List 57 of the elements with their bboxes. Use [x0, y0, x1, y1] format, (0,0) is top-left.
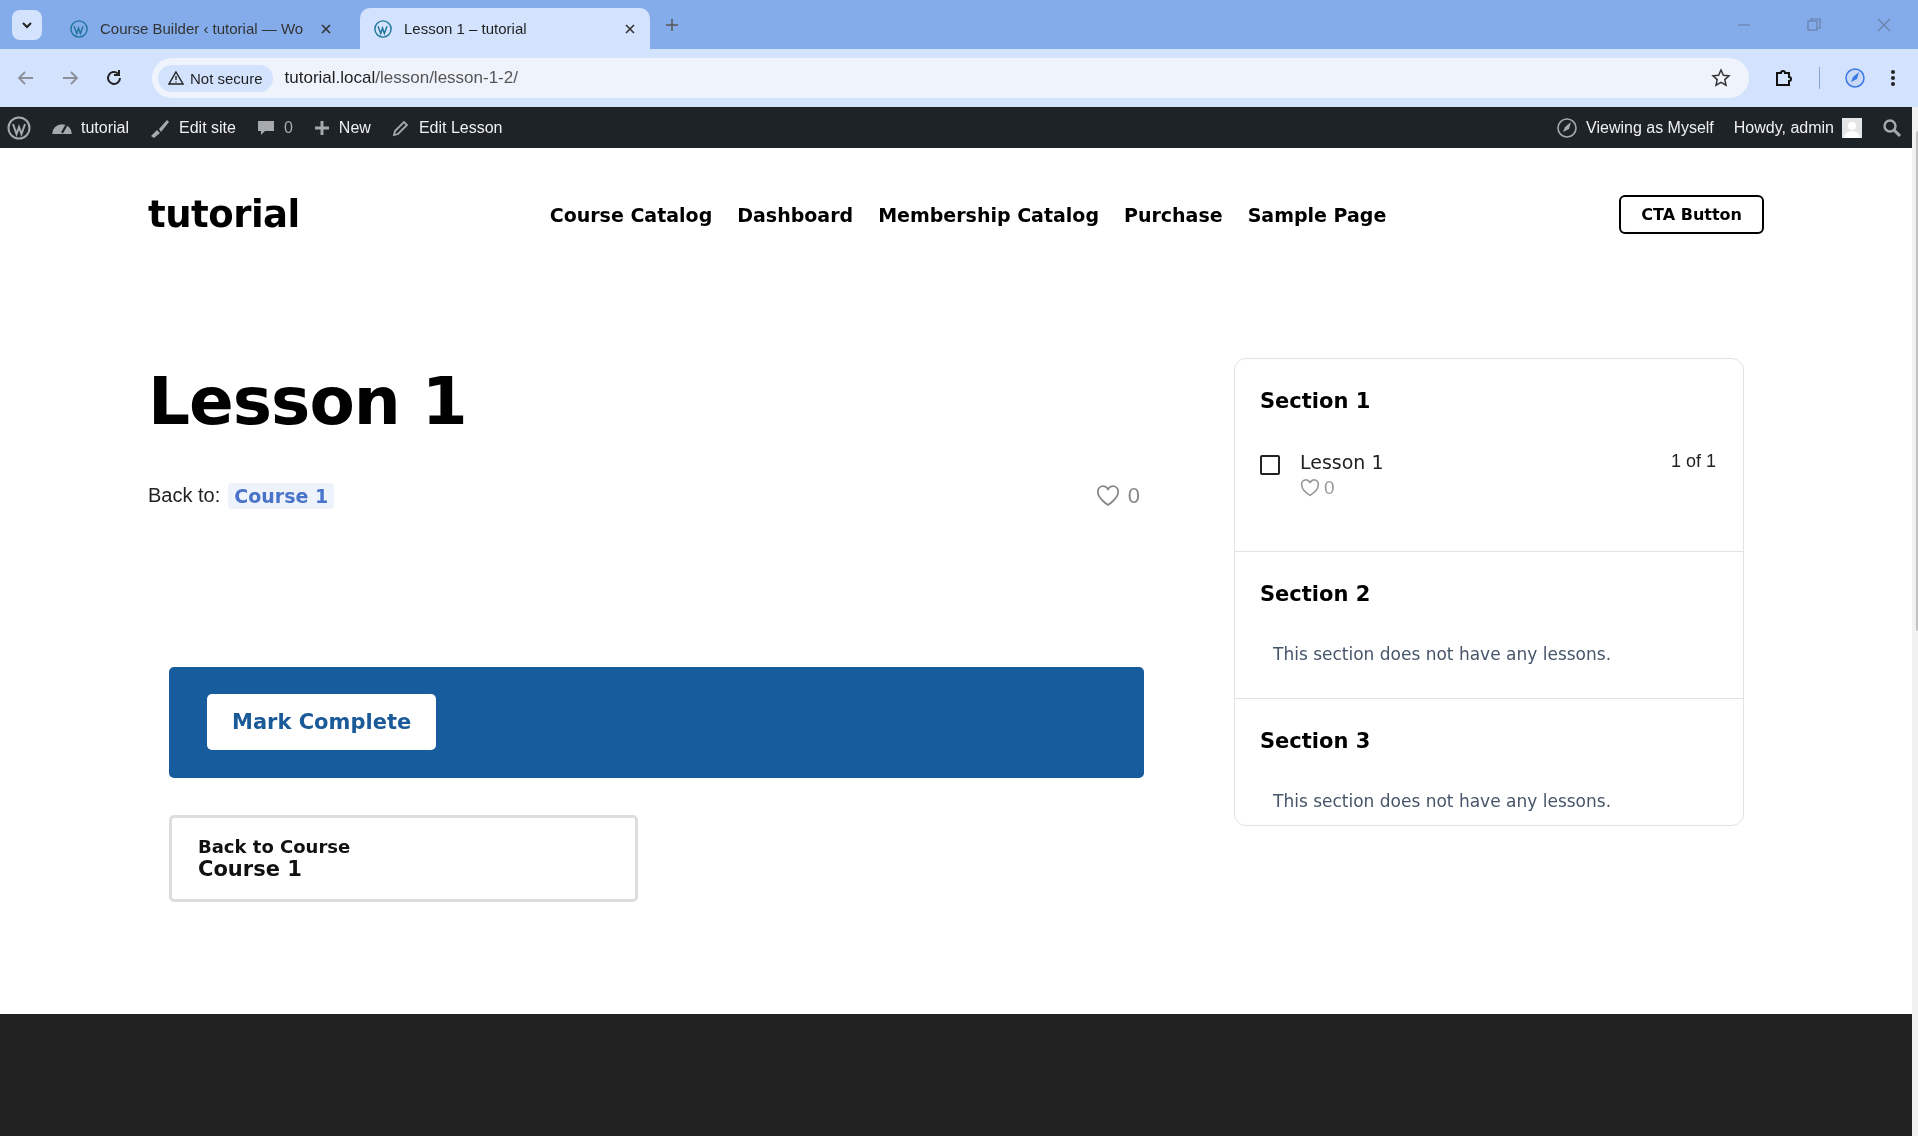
section-title: Section 1 [1260, 389, 1372, 413]
mark-complete-button[interactable]: Mark Complete [207, 694, 437, 751]
cta-button[interactable]: CTA Button [1619, 195, 1764, 234]
admin-bar-item[interactable]: tutorial [51, 118, 130, 137]
admin-bar-item[interactable]: 0 [255, 117, 293, 138]
like-count: 0 [1127, 482, 1140, 509]
back-to-course-label: Back to Course [198, 835, 352, 857]
puzzle-icon[interactable] [1773, 67, 1795, 89]
wordpress-icon[interactable] [7, 115, 31, 140]
security-chip[interactable]: Not secure [158, 64, 273, 92]
admin-bar-item[interactable]: Viewing as Myself [1556, 116, 1714, 139]
security-label: Not secure [190, 69, 263, 87]
empty-message: This section does not have any lessons. [1273, 791, 1613, 811]
browser-tab[interactable]: Lesson 1 – tutorial [360, 8, 650, 49]
nav-link[interactable]: Dashboard [737, 203, 854, 226]
search-icon[interactable] [1882, 117, 1902, 138]
nav-link[interactable]: Membership Catalog [878, 203, 1099, 226]
browser-tab[interactable]: Course Builder ‹ tutorial — Wo [56, 8, 346, 49]
url-text: tutorial.local/lesson/lesson-1-2/ [284, 68, 518, 88]
wordpress-icon [374, 19, 392, 38]
back-to-course-card[interactable]: Back to Course Course 1 [169, 814, 638, 902]
plus-icon [312, 118, 331, 137]
lesson-title: Lesson 1 [148, 366, 468, 439]
avatar-icon [1842, 117, 1862, 138]
dashboard-icon [51, 121, 73, 134]
lesson-position: 1 of 1 [1670, 451, 1717, 472]
admin-bar-item[interactable]: Edit Lesson [390, 117, 503, 138]
section-title: Section 3 [1260, 729, 1372, 753]
heart-icon[interactable] [1095, 484, 1120, 507]
star-icon[interactable] [1711, 68, 1731, 88]
site-logo[interactable]: tutorial [148, 193, 300, 236]
close-icon[interactable] [320, 22, 332, 35]
tab-search-button[interactable] [12, 9, 42, 40]
warning-icon [168, 70, 184, 86]
admin-bar-item[interactable]: Howdy, admin [1733, 117, 1862, 138]
brush-icon [149, 117, 172, 138]
nav-link[interactable]: Purchase [1124, 203, 1223, 226]
lesson-link[interactable]: Lesson 1 [1300, 451, 1384, 473]
like-count: 0 [1324, 477, 1335, 499]
tab-title: Lesson 1 – tutorial [404, 20, 528, 37]
wordpress-icon [70, 19, 88, 38]
course-name: Course 1 [198, 856, 303, 881]
back-to-label: Back to: [148, 484, 221, 508]
nav-link[interactable]: Course Catalog [549, 203, 713, 226]
reload-icon[interactable] [104, 68, 124, 88]
address-bar[interactable]: Not secure tutorial.local/lesson/lesson-1-2/ [152, 58, 1749, 98]
menu-icon[interactable] [1890, 68, 1896, 88]
empty-message: This section does not have any lessons. [1273, 644, 1613, 664]
section-title: Section 2 [1260, 582, 1372, 606]
close-icon[interactable] [624, 22, 636, 35]
heart-icon[interactable] [1300, 479, 1320, 497]
admin-bar-item[interactable]: Edit site [149, 117, 236, 138]
lesson-checkbox[interactable] [1260, 455, 1280, 475]
tab-title: Course Builder ‹ tutorial — Wo [100, 20, 305, 37]
nav-link[interactable]: Sample Page [1247, 203, 1387, 226]
admin-bar-item[interactable]: New [312, 118, 371, 137]
course-link[interactable]: Course 1 [228, 482, 335, 509]
